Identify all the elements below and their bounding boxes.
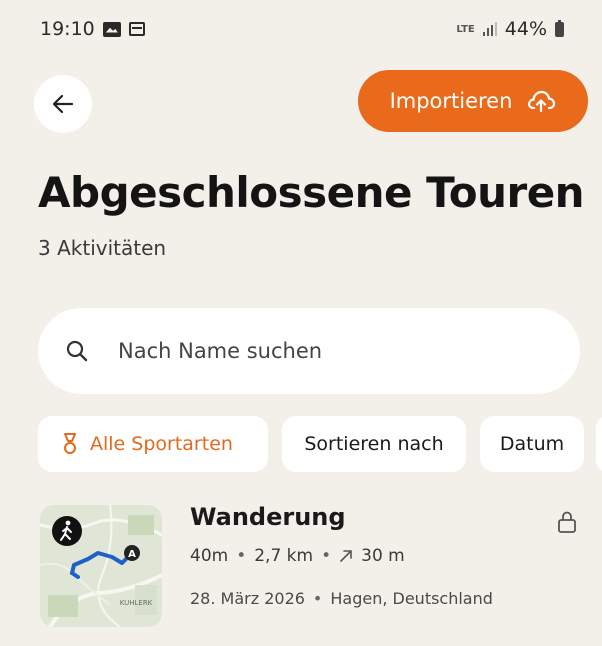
status-right: LTE 44% xyxy=(456,18,564,40)
svg-text:A: A xyxy=(128,549,136,560)
cloud-upload-icon xyxy=(528,90,556,113)
separator-dot: • xyxy=(236,546,247,566)
back-button[interactable] xyxy=(34,75,92,133)
import-button[interactable]: Importieren xyxy=(358,70,588,132)
battery-percent: 44% xyxy=(504,18,547,40)
sport-filter-label: Alle Sportarten xyxy=(90,433,233,455)
map-preview: A KUHLERK xyxy=(40,505,162,627)
date-sort-chip[interactable]: Datum xyxy=(480,416,584,472)
tour-meta: 28. März 2026 • Hagen, Deutschland xyxy=(190,589,493,608)
date-sort-label: Datum xyxy=(499,433,565,455)
calendar-notification-icon xyxy=(128,22,145,36)
more-filter-chip[interactable] xyxy=(596,416,602,472)
status-left: 19:10 xyxy=(40,18,145,40)
status-bar: 19:10 LTE 44% xyxy=(0,0,602,58)
activity-count: 3 Aktivitäten xyxy=(38,236,167,260)
tour-name: Wanderung xyxy=(190,503,346,531)
search-box[interactable] xyxy=(38,308,580,394)
tour-distance: 2,7 km xyxy=(254,546,314,566)
separator-dot: • xyxy=(312,589,323,608)
sort-chip[interactable]: Sortieren nach xyxy=(282,416,466,472)
tour-map-thumbnail: A KUHLERK xyxy=(40,505,162,627)
battery-icon xyxy=(555,19,564,37)
tour-date: 28. März 2026 xyxy=(190,589,305,608)
lock-icon xyxy=(558,511,576,533)
sport-filter-chip[interactable]: Alle Sportarten xyxy=(38,416,268,472)
hiker-icon xyxy=(52,516,82,546)
tour-stats: 40m • 2,7 km • 30 m xyxy=(190,546,405,566)
page-title: Abgeschlossene Touren xyxy=(38,168,585,217)
status-time: 19:10 xyxy=(40,18,95,40)
signal-icon xyxy=(482,22,497,36)
image-notification-icon xyxy=(102,21,121,37)
medal-icon xyxy=(64,433,76,454)
network-type: LTE xyxy=(456,23,475,35)
separator-dot: • xyxy=(321,546,332,566)
tour-elevation: 30 m xyxy=(361,546,405,566)
map-place-label: KUHLERK xyxy=(120,599,153,607)
search-input[interactable] xyxy=(116,338,520,364)
search-icon xyxy=(66,340,88,362)
tour-location: Hagen, Deutschland xyxy=(330,589,493,608)
import-label: Importieren xyxy=(389,89,513,113)
arrow-up-right-icon xyxy=(340,550,352,562)
arrow-left-icon xyxy=(52,94,74,114)
sort-label: Sortieren nach xyxy=(304,433,444,455)
tour-duration: 40m xyxy=(190,546,229,566)
